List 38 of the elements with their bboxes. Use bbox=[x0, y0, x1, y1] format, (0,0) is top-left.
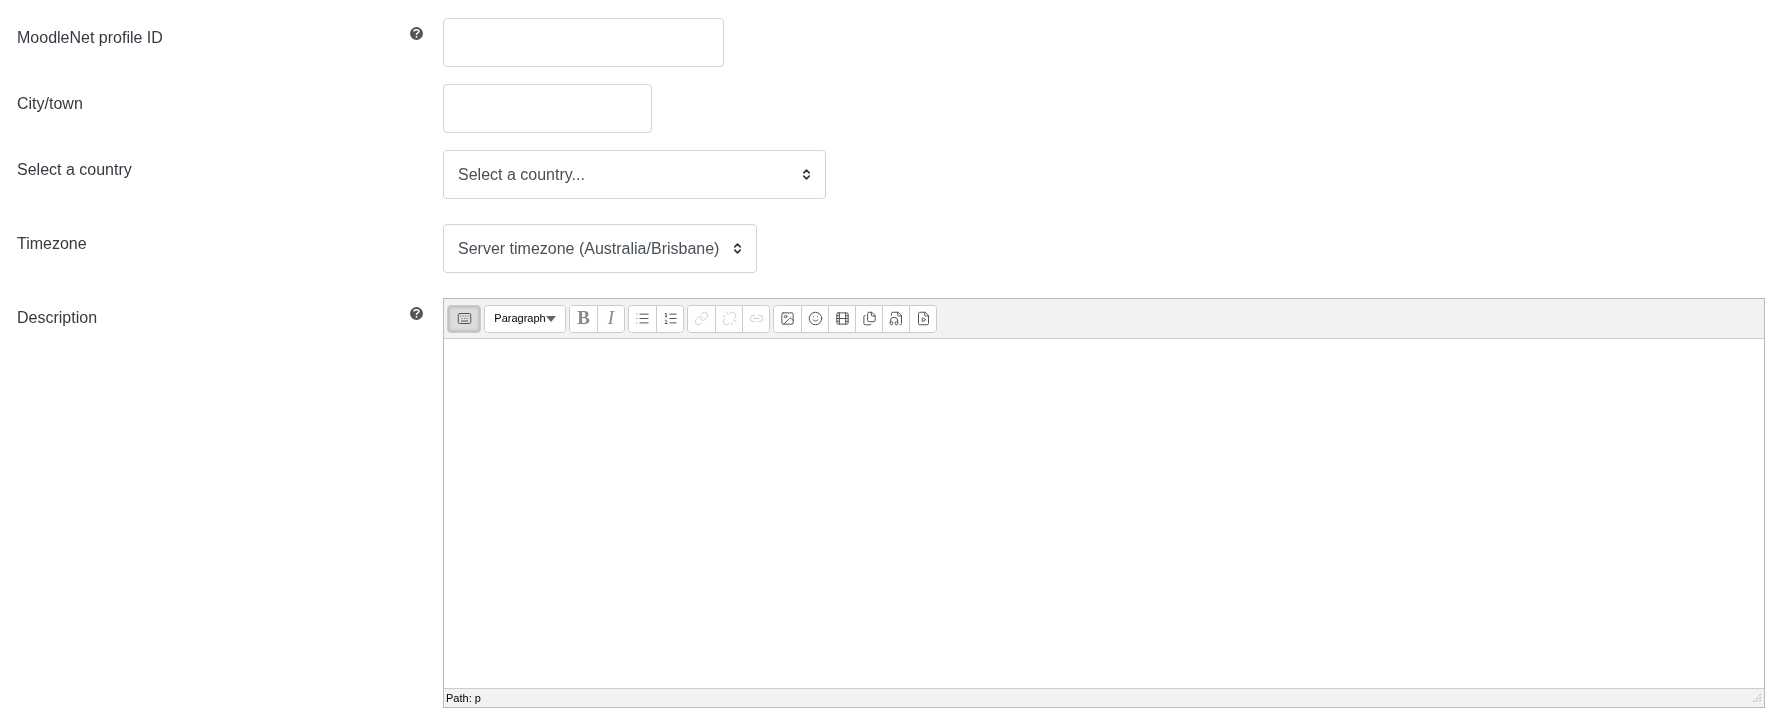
link-icon bbox=[694, 311, 709, 326]
bullet-list-icon bbox=[635, 311, 650, 326]
field-label: MoodleNet profile ID bbox=[17, 29, 163, 46]
paragraph-format-dropdown[interactable]: Paragraph bbox=[485, 305, 565, 332]
updown-caret-icon bbox=[800, 168, 813, 181]
media-button[interactable] bbox=[828, 305, 855, 332]
broken-link-icon bbox=[721, 311, 737, 326]
bold-button[interactable]: B bbox=[570, 305, 597, 332]
emoji-button[interactable] bbox=[801, 305, 828, 332]
field-label: Description bbox=[17, 309, 98, 326]
resize-grip-icon[interactable] bbox=[1752, 693, 1762, 703]
image-icon bbox=[780, 311, 795, 326]
audio-file-icon bbox=[888, 311, 904, 326]
help-icon[interactable] bbox=[410, 27, 423, 40]
bullet-list-button[interactable] bbox=[629, 305, 656, 332]
files-button[interactable] bbox=[855, 305, 882, 332]
help-icon[interactable] bbox=[410, 307, 423, 320]
image-button[interactable] bbox=[774, 305, 801, 332]
audio-button[interactable] bbox=[882, 305, 909, 332]
smiley-icon bbox=[807, 311, 823, 326]
element-path: Path: p bbox=[446, 690, 481, 706]
files-icon bbox=[861, 311, 877, 326]
video-button[interactable] bbox=[909, 305, 936, 332]
select-dropdown[interactable]: Select a country... bbox=[443, 150, 826, 199]
numbered-list-button[interactable] bbox=[656, 305, 683, 332]
video-file-icon bbox=[915, 311, 931, 326]
field-label: City/town bbox=[17, 95, 83, 112]
caret-icon bbox=[545, 315, 556, 322]
numbered-list-icon bbox=[662, 311, 678, 326]
text-field[interactable] bbox=[443, 18, 724, 67]
text-field[interactable] bbox=[443, 84, 652, 133]
film-icon bbox=[834, 311, 850, 326]
keyboard-icon bbox=[456, 311, 472, 326]
keyboard-button[interactable] bbox=[448, 305, 480, 332]
italic-button[interactable]: I bbox=[597, 305, 624, 332]
select-dropdown[interactable]: Server timezone (Australia/Brisbane) bbox=[443, 224, 758, 273]
field-label: Select a country bbox=[17, 161, 132, 178]
field-label: Timezone bbox=[17, 235, 87, 252]
